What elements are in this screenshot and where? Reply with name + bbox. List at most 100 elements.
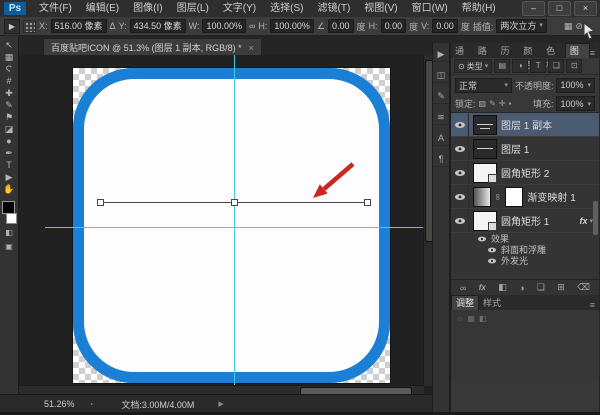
close-button[interactable]: × [574, 1, 597, 16]
horizontal-guide[interactable] [45, 227, 423, 228]
tab-layers[interactable]: 图层 [565, 43, 590, 58]
visibility-eye-icon[interactable] [455, 218, 465, 224]
menu-window[interactable]: 窗口(W) [405, 0, 455, 17]
adjustment-preset-icon[interactable]: ☼ [456, 314, 463, 378]
type-tool-icon[interactable]: T [1, 159, 18, 171]
tab-color[interactable]: 颜色 [519, 44, 542, 58]
y-position-field[interactable]: 434.50 像素 [130, 19, 186, 33]
layer-row[interactable]: 圆角矩形 1 fx ▾ [451, 209, 599, 233]
new-layer-icon[interactable]: ⊞ [557, 282, 565, 293]
zoom-level-field[interactable]: 51.26% [44, 399, 75, 409]
document-tab[interactable]: 百度贴吧ICON @ 51.3% (图层 1 副本, RGB/8) * × [43, 38, 262, 56]
background-color-swatch[interactable] [6, 213, 17, 224]
lock-pixels-icon[interactable]: ✎ [489, 99, 496, 108]
tab-swatches[interactable]: 色板 [542, 44, 565, 58]
x-position-field[interactable]: 516.00 像素 [51, 19, 107, 33]
menu-view[interactable]: 视图(V) [357, 0, 404, 17]
visibility-eye-icon[interactable] [455, 122, 465, 128]
tab-history[interactable]: 历史 [497, 44, 520, 58]
tab-adjustments[interactable]: 调整 [451, 295, 479, 310]
tab-styles[interactable]: 样式 [479, 296, 505, 310]
rotate-field[interactable]: 0.00 [328, 19, 354, 33]
height-field[interactable]: 100.00% [270, 19, 314, 33]
blur-tool-icon[interactable]: ● [1, 135, 18, 147]
layer-row-copy[interactable]: 图层 1 副本 [451, 113, 599, 137]
current-tool-icon[interactable]: ▶ [4, 19, 20, 34]
lasso-tool-icon[interactable]: Ϛ [1, 63, 18, 75]
hskew-field[interactable]: 0.00 [381, 19, 407, 33]
vertical-scrollbar-thumb[interactable] [425, 60, 432, 242]
layer-mask-thumbnail[interactable] [505, 187, 523, 207]
effect-row-outer-glow[interactable]: 外发光 [451, 255, 599, 266]
marquee-tool-icon[interactable]: ▦ [1, 51, 18, 63]
tab-close-icon[interactable]: × [249, 43, 254, 53]
brush-tool-icon[interactable]: ✎ [1, 99, 18, 111]
adjustment-preset-icon[interactable]: ◧ [479, 314, 487, 378]
layer-row[interactable]: 图层 1 [451, 137, 599, 161]
status-options-arrow-icon[interactable]: ▶ [218, 400, 223, 408]
visibility-eye-icon[interactable] [455, 170, 465, 176]
layer-thumbnail[interactable] [473, 139, 497, 159]
layer-thumbnail[interactable] [473, 115, 497, 135]
lock-position-icon[interactable]: ✛ [499, 99, 506, 108]
filter-adjustment-layers-icon[interactable]: ◑ [512, 59, 528, 73]
layer-row[interactable]: 圆角矩形 2 [451, 161, 599, 185]
foreground-color-swatch[interactable] [2, 201, 15, 214]
link-layers-icon[interactable]: ∞ [460, 283, 466, 293]
horizontal-scrollbar[interactable] [19, 385, 424, 394]
healing-brush-tool-icon[interactable]: ✚ [1, 87, 18, 99]
hand-tool-icon[interactable]: ✋ [1, 183, 18, 195]
layer-name[interactable]: 圆角矩形 2 [501, 165, 549, 180]
layer-name[interactable]: 图层 1 [501, 141, 529, 156]
reference-point-locator-icon[interactable] [23, 20, 36, 33]
layer-name[interactable]: 图层 1 副本 [501, 117, 552, 132]
filter-kind-select[interactable]: ⊙ 类型 ▾ [454, 59, 492, 73]
pen-tool-icon[interactable]: ✒ [1, 147, 18, 159]
canvas-area[interactable] [19, 55, 432, 394]
filter-type-layers-icon[interactable]: T [530, 59, 546, 73]
document-canvas[interactable] [73, 68, 390, 383]
shape-layer-thumbnail[interactable] [473, 163, 497, 183]
adjustment-layer-thumbnail[interactable] [473, 187, 491, 207]
panel-menu-icon[interactable]: ≡ [590, 300, 599, 310]
clone-stamp-tool-icon[interactable]: ⚑ [1, 111, 18, 123]
properties-panel-icon[interactable]: ◫ [433, 69, 449, 83]
filter-pixel-layers-icon[interactable]: ▤ [494, 59, 510, 73]
visibility-eye-icon[interactable] [455, 194, 465, 200]
move-tool-icon[interactable]: ↖ [1, 39, 18, 51]
menu-layer[interactable]: 图层(L) [170, 0, 216, 17]
visibility-eye-icon[interactable] [488, 247, 496, 252]
layer-list-scrollbar-thumb[interactable] [593, 201, 598, 235]
width-field[interactable]: 100.00% [202, 19, 246, 33]
paragraph-panel-icon[interactable]: ¶ [433, 153, 449, 167]
add-layer-style-icon[interactable]: fx [479, 283, 486, 292]
fill-select[interactable]: 100% ▾ [556, 96, 595, 111]
path-selection-tool-icon[interactable]: ▶ [1, 171, 18, 183]
eraser-tool-icon[interactable]: ◪ [1, 123, 18, 135]
vertical-scrollbar[interactable] [423, 55, 432, 386]
menu-file[interactable]: 文件(F) [32, 0, 79, 17]
actions-panel-icon[interactable]: ▶ [433, 48, 449, 62]
layer-style-indicator[interactable]: fx ▾ [579, 216, 593, 226]
lock-transparency-icon[interactable]: ▨ [479, 99, 487, 108]
interpolation-select[interactable]: 两次立方 ▾ [496, 19, 547, 33]
menu-edit[interactable]: 编辑(E) [79, 0, 126, 17]
opacity-select[interactable]: 100% ▾ [556, 78, 595, 93]
shape-layer-thumbnail[interactable] [473, 211, 497, 231]
adjustment-preset-icon[interactable]: ▦ [467, 314, 475, 378]
character-panel-icon[interactable]: A [433, 132, 449, 146]
new-group-icon[interactable]: ❏ [537, 282, 545, 293]
maintain-aspect-icon[interactable]: ∞ [249, 21, 255, 31]
layer-row[interactable]: ∞ 渐变映射 1 [451, 185, 599, 209]
cancel-transform-icon[interactable]: ⊘ [575, 21, 583, 32]
vskew-field[interactable]: 0.00 [432, 19, 458, 33]
menu-type[interactable]: 文字(Y) [216, 0, 263, 17]
menu-select[interactable]: 选择(S) [263, 0, 310, 17]
panel-menu-icon[interactable]: ≡ [590, 48, 599, 58]
menu-filter[interactable]: 滤镜(T) [311, 0, 358, 17]
delete-layer-icon[interactable]: ⌫ [577, 282, 590, 293]
screen-mode-icon[interactable]: ▣ [1, 241, 18, 253]
tab-channels[interactable]: 通道 [451, 44, 474, 58]
transform-handle-right[interactable] [364, 199, 371, 206]
filter-shape-layers-icon[interactable]: ❏ [548, 59, 564, 73]
